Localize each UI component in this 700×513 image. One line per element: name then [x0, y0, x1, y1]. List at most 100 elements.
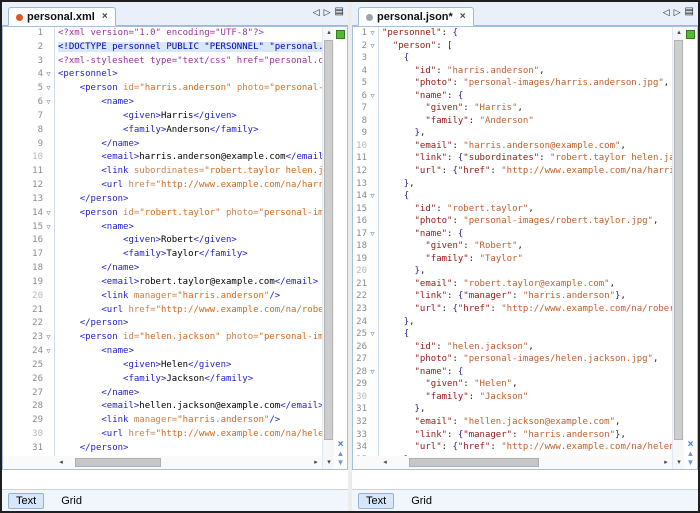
scroll-right-icon[interactable]: ▸ [660, 456, 672, 469]
nav-forward-icon[interactable]: ▷ [674, 8, 681, 17]
fold-toggle-icon[interactable]: ▽ [367, 27, 378, 40]
previous-marker-icon[interactable]: ▲ [687, 450, 695, 458]
hscroll-thumb[interactable] [409, 458, 539, 467]
json-code-area[interactable]: "personnel": { "person": [ { "id": "harr… [379, 27, 672, 456]
scroll-right-icon[interactable]: ▸ [310, 456, 322, 469]
hscroll-thumb[interactable] [75, 458, 161, 467]
code-line[interactable]: }, [382, 127, 672, 140]
code-line[interactable]: "email": "robert.taylor@example.com", [382, 278, 672, 291]
fold-toggle-icon[interactable]: ▽ [367, 40, 378, 53]
code-line[interactable]: "name": { [382, 366, 672, 379]
code-line[interactable]: <given>Harris</given> [58, 110, 322, 124]
code-line[interactable]: "url": {"href": "http://www.example.com/… [382, 165, 672, 178]
code-line[interactable]: <name> [58, 96, 322, 110]
fold-toggle-icon[interactable]: ▽ [43, 68, 54, 82]
tab-list-icon[interactable]: ▤ [335, 7, 344, 17]
code-line[interactable]: "id": "harris.anderson", [382, 65, 672, 78]
code-line[interactable]: "link": {"subordinates": "robert.taylor … [382, 152, 672, 165]
next-marker-icon[interactable]: ▼ [687, 459, 695, 467]
code-line[interactable]: "photo": "personal-images/helen.jackson.… [382, 353, 672, 366]
fold-toggle-icon[interactable]: ▽ [43, 221, 54, 235]
text-view-tab[interactable]: Text [8, 493, 44, 509]
code-line[interactable]: <!DOCTYPE personnel PUBLIC "PERSONNEL" "… [58, 41, 322, 55]
code-line[interactable]: "given": "Robert", [382, 240, 672, 253]
code-line[interactable]: "id": "helen.jackson", [382, 341, 672, 354]
code-line[interactable]: <family>Taylor</family> [58, 248, 322, 262]
code-line[interactable]: <?xml version="1.0" encoding="UTF-8"?> [58, 27, 322, 41]
text-view-tab[interactable]: Text [358, 493, 394, 509]
fold-toggle-icon[interactable]: ▽ [43, 96, 54, 110]
code-line[interactable]: "given": "Helen", [382, 378, 672, 391]
code-line[interactable]: <?xml-stylesheet type="text/css" href="p… [58, 55, 322, 69]
code-line[interactable]: { [382, 190, 672, 203]
code-line[interactable]: <email>hellen.jackson@example.com</email… [58, 400, 322, 414]
fold-toggle-icon[interactable]: ▽ [367, 190, 378, 203]
fold-toggle-icon[interactable]: ▽ [43, 345, 54, 359]
tab-personal-xml[interactable]: personal.xml × [8, 7, 116, 26]
code-line[interactable]: <name> [58, 221, 322, 235]
code-line[interactable]: <url href="http://www.example.com/na/har… [58, 179, 322, 193]
fold-toggle-icon[interactable]: ▽ [43, 82, 54, 96]
clear-markers-icon[interactable]: × [338, 440, 344, 449]
code-line[interactable]: "email": "harris.anderson@example.com", [382, 140, 672, 153]
code-line[interactable]: </person> [58, 317, 322, 331]
code-line[interactable]: { [382, 52, 672, 65]
code-line[interactable]: }, [382, 265, 672, 278]
tab-list-icon[interactable]: ▤ [685, 7, 694, 17]
code-line[interactable]: <email>robert.taylor@example.com</email> [58, 276, 322, 290]
code-line[interactable]: "name": { [382, 228, 672, 241]
fold-toggle-icon[interactable]: ▽ [367, 328, 378, 341]
scroll-left-icon[interactable]: ◂ [379, 456, 391, 469]
hscroll-track[interactable] [391, 456, 660, 469]
code-line[interactable]: "photo": "personal-images/robert.taylor.… [382, 215, 672, 228]
code-line[interactable]: <given>Helen</given> [58, 359, 322, 373]
code-line[interactable]: </person> [58, 442, 322, 456]
code-line[interactable]: <url href="http://www.example.com/na/rob… [58, 304, 322, 318]
code-line[interactable]: }, [382, 178, 672, 191]
code-line[interactable]: <person id="robert.taylor" photo="person… [58, 207, 322, 221]
code-line[interactable]: <family>Anderson</family> [58, 124, 322, 138]
fold-toggle-icon[interactable]: ▽ [43, 207, 54, 221]
previous-marker-icon[interactable]: ▲ [337, 450, 345, 458]
code-line[interactable]: </name> [58, 138, 322, 152]
code-line[interactable]: "family": "Jackson" [382, 391, 672, 404]
code-line[interactable]: <name> [58, 345, 322, 359]
xml-code-area[interactable]: <?xml version="1.0" encoding="UTF-8"?><!… [55, 27, 322, 456]
fold-toggle-icon[interactable]: ▽ [367, 366, 378, 379]
vscroll-thumb[interactable] [674, 40, 683, 440]
code-line[interactable]: <given>Robert</given> [58, 234, 322, 248]
hscroll-track[interactable] [67, 456, 310, 469]
code-line[interactable]: "id": "robert.taylor", [382, 203, 672, 216]
code-line[interactable]: <link manager="harris.anderson"/> [58, 290, 322, 304]
horizontal-scrollbar[interactable]: ◂ ▸ [3, 456, 322, 469]
code-line[interactable]: "given": "Harris", [382, 102, 672, 115]
code-line[interactable]: <personnel> [58, 68, 322, 82]
code-line[interactable]: { [382, 328, 672, 341]
vscroll-thumb[interactable] [324, 40, 333, 440]
grid-view-tab[interactable]: Grid [404, 494, 439, 508]
scroll-left-icon[interactable]: ◂ [55, 456, 67, 469]
code-line[interactable]: "family": "Anderson" [382, 115, 672, 128]
code-line[interactable]: "person": [ [382, 40, 672, 53]
close-icon[interactable]: × [102, 12, 108, 22]
code-line[interactable]: "personnel": { [382, 27, 672, 40]
tab-personal-json[interactable]: personal.json* × [358, 7, 474, 26]
code-line[interactable]: </person> [58, 193, 322, 207]
code-line[interactable]: "link": {"manager": "harris.anderson"}, [382, 429, 672, 442]
next-marker-icon[interactable]: ▼ [337, 459, 345, 467]
code-line[interactable]: <link manager="harris.anderson"/> [58, 414, 322, 428]
fold-toggle-icon[interactable]: ▽ [367, 90, 378, 103]
code-line[interactable]: <person id="helen.jackson" photo="person… [58, 331, 322, 345]
code-line[interactable]: "url": {"href": "http://www.example.com/… [382, 441, 672, 454]
code-line[interactable]: }, [382, 316, 672, 329]
code-line[interactable]: "family": "Taylor" [382, 253, 672, 266]
grid-view-tab[interactable]: Grid [54, 494, 89, 508]
code-line[interactable]: <link subordinates="robert.taylor helen.… [58, 165, 322, 179]
clear-markers-icon[interactable]: × [688, 440, 694, 449]
code-line[interactable]: "email": "hellen.jackson@example.com", [382, 416, 672, 429]
nav-back-icon[interactable]: ◁ [313, 8, 320, 17]
code-line[interactable]: <url href="http://www.example.com/na/hel… [58, 428, 322, 442]
nav-back-icon[interactable]: ◁ [663, 8, 670, 17]
code-line[interactable]: </name> [58, 262, 322, 276]
code-line[interactable]: <email>harris.anderson@example.com</emai… [58, 151, 322, 165]
